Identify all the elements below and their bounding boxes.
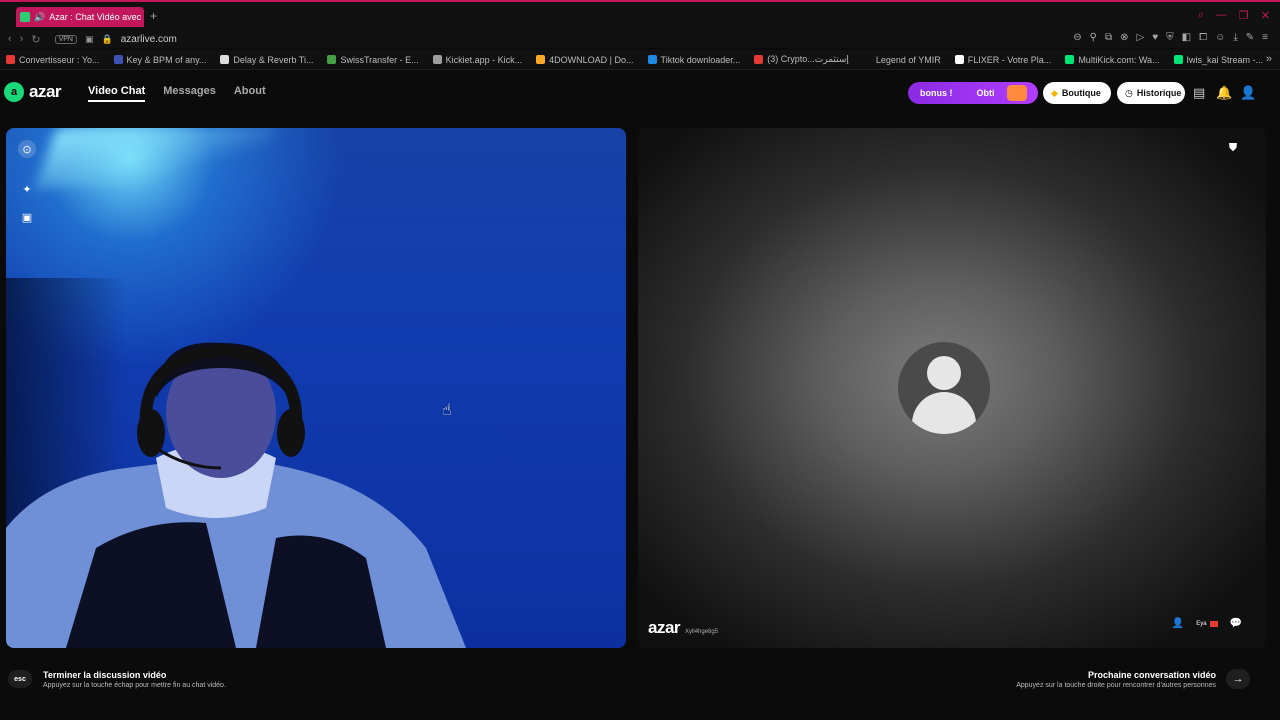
bookmark-item[interactable]: FLIXER - Votre Pla... xyxy=(954,55,1051,65)
address-bar: ‹ › ↻ VPN ▣ 🔒 azarlive.com ⊖ ⚲ ⧉ ⊗ ▷ ♥ ⛨… xyxy=(0,30,1280,48)
profile-icon[interactable]: ☺ xyxy=(1215,32,1225,43)
search-tabs-icon[interactable]: ⌕ xyxy=(1198,9,1204,22)
snapshot-icon[interactable]: ⧉ xyxy=(1105,32,1112,43)
bookmarks-bar: Convertisseur : Yo... Key & BPM of any...… xyxy=(0,50,1280,70)
browser-tab-azar[interactable]: 🔊 Azar : Chat Vidéo avec xyxy=(16,7,144,27)
bookmark-favicon-icon xyxy=(432,55,442,64)
azar-logo[interactable]: a azar xyxy=(4,82,62,102)
next-chat-hint: Appuyez sur la touche droite pour rencon… xyxy=(1016,682,1216,689)
new-tab-icon[interactable]: + xyxy=(150,9,157,23)
vpn-badge[interactable]: VPN xyxy=(54,34,77,44)
top-nav: Video Chat Messages About xyxy=(88,85,266,102)
tab-title: Azar : Chat Vidéo avec xyxy=(49,12,142,22)
bookmark-favicon-icon xyxy=(1173,55,1183,64)
azar-favicon-icon xyxy=(20,12,30,22)
bookmark-favicon-icon xyxy=(754,55,764,64)
camera-switch-icon[interactable]: ⊙ xyxy=(18,140,36,158)
player-icon[interactable]: ▷ xyxy=(1137,32,1145,43)
bookmark-favicon-icon xyxy=(647,55,657,64)
next-chat-title: Prochaine conversation vidéo xyxy=(1087,670,1216,680)
bookmark-favicon-icon xyxy=(1065,55,1075,64)
bookmark-item[interactable]: Kickiet.app - Kick... xyxy=(432,55,522,65)
speaker-icon[interactable]: 🔊 xyxy=(34,12,45,23)
partner-info-pill[interactable]: Eya xyxy=(1196,620,1218,627)
user-icon[interactable]: 👤 xyxy=(1172,618,1184,629)
nav-messages[interactable]: Messages xyxy=(163,85,216,102)
lock-icon[interactable]: 🔒 xyxy=(101,34,112,45)
partner-video: ⛊ azar Xyll4hge6g5 👤 Eya 💬 xyxy=(638,128,1266,648)
bookmark-item[interactable]: Iwis_kai Stream -... xyxy=(1173,55,1263,65)
bookmarks-overflow-icon[interactable]: » xyxy=(1266,53,1272,65)
extensions-icon[interactable]: ⧠ xyxy=(1199,32,1207,43)
bookmark-item[interactable]: (3) Crypto...إستثمرت xyxy=(754,54,849,65)
bell-icon[interactable]: 🔔 xyxy=(1216,85,1232,101)
inbox-icon[interactable]: ▤ xyxy=(1193,85,1205,101)
minimize-icon[interactable]: — xyxy=(1216,9,1227,22)
bookmark-item[interactable]: Key & BPM of any... xyxy=(113,55,206,65)
bookmark-item[interactable]: 4DOWNLOAD | Do... xyxy=(536,55,634,65)
bookmark-item[interactable]: SwissTransfer - E... xyxy=(327,55,419,65)
footer-controls: esc Terminer la discussion vidéo Appuyez… xyxy=(0,660,1280,710)
self-video-person xyxy=(6,342,466,648)
boutique-button[interactable]: ◆ Boutique xyxy=(1043,82,1111,104)
url-field[interactable]: azarlive.com xyxy=(121,34,177,45)
bookmark-item[interactable]: Delay & Reverb Ti... xyxy=(220,55,313,65)
bookmark-favicon-icon xyxy=(862,55,872,64)
account-icon[interactable]: 👤 xyxy=(1240,85,1256,101)
bookmark-item[interactable]: MultiKick.com: Wa... xyxy=(1065,55,1160,65)
wallet-icon[interactable]: ▣ xyxy=(85,34,94,45)
download-icon[interactable]: ⤓ xyxy=(1233,32,1237,43)
effects-wand-icon[interactable]: ✦ xyxy=(18,180,36,198)
close-icon[interactable]: ✕ xyxy=(1261,9,1270,22)
window-controls: ⌕ — ❐ ✕ xyxy=(1198,9,1270,22)
partner-avatar-icon xyxy=(898,342,990,434)
bookmark-favicon-icon xyxy=(536,55,546,64)
extension-icons: ⊖ ⚲ ⧉ ⊗ ▷ ♥ ⛨ ◧ ⧠ ☺ ⤓ ✎ ≡ xyxy=(1073,32,1268,43)
restore-icon[interactable]: ❐ xyxy=(1239,9,1249,22)
next-arrow-button[interactable]: → xyxy=(1226,669,1250,689)
end-chat-hint: Appuyez sur la touche échap pour mettre … xyxy=(43,682,226,689)
bookmark-item[interactable]: Legend of YMIR xyxy=(862,55,941,65)
wallet-ext-icon[interactable]: ◧ xyxy=(1182,32,1191,43)
clock-icon: ◷ xyxy=(1125,87,1133,98)
bookmark-favicon-icon xyxy=(954,55,964,64)
azar-watermark: azar Xyll4hge6g5 xyxy=(648,618,719,637)
ai-icon[interactable]: ✎ xyxy=(1246,32,1254,43)
nav-video-chat[interactable]: Video Chat xyxy=(88,85,146,102)
bookmark-favicon-icon xyxy=(6,55,15,64)
partner-controls: 👤 Eya 💬 xyxy=(1172,618,1242,629)
self-video: ⊙ ✦ ▣ xyxy=(6,128,626,648)
bookmark-item[interactable]: Tiktok downloader... xyxy=(647,55,740,65)
bonus-mascot-icon xyxy=(1006,85,1027,101)
bookmark-favicon-icon xyxy=(220,55,230,64)
adblock-icon[interactable]: ⊗ xyxy=(1120,32,1128,43)
bookmark-item[interactable]: Convertisseur : Yo... xyxy=(6,55,100,65)
shield-ext-icon[interactable]: ⛨ xyxy=(1166,32,1174,43)
bookmark-favicon-icon xyxy=(327,55,337,64)
chat-bubble-icon[interactable]: 💬 xyxy=(1230,618,1242,629)
pin-icon[interactable]: ⚲ xyxy=(1090,32,1097,43)
app-header: a azar Video Chat Messages About bonus !… xyxy=(0,72,1280,112)
back-icon[interactable]: ‹ xyxy=(8,33,12,45)
forward-icon[interactable]: › xyxy=(20,33,24,45)
zoom-icon[interactable]: ⊖ xyxy=(1073,32,1081,43)
nav-about[interactable]: About xyxy=(234,85,266,102)
mouse-cursor-icon: ☝ xyxy=(442,402,452,419)
azar-logo-icon: a xyxy=(4,82,24,102)
browser-tabbar: 🔊 Azar : Chat Vidéo avec + ⌕ — ❐ ✕ xyxy=(0,0,1280,30)
sticker-icon[interactable]: ▣ xyxy=(18,208,36,226)
report-shield-icon[interactable]: ⛊ xyxy=(1226,140,1240,156)
menu-icon[interactable]: ≡ xyxy=(1262,32,1268,43)
historique-button[interactable]: ◷ Historique xyxy=(1117,82,1185,104)
flag-icon xyxy=(1209,620,1218,627)
bookmark-favicon-icon xyxy=(113,55,123,64)
reload-icon[interactable]: ↻ xyxy=(31,33,40,46)
end-chat-title: Terminer la discussion vidéo xyxy=(43,670,167,680)
gem-icon: ◆ xyxy=(1051,87,1058,98)
esc-key-button[interactable]: esc xyxy=(8,670,32,688)
heart-icon[interactable]: ♥ xyxy=(1152,32,1158,43)
bonus-banner[interactable]: bonus ! Obti xyxy=(908,82,1038,104)
